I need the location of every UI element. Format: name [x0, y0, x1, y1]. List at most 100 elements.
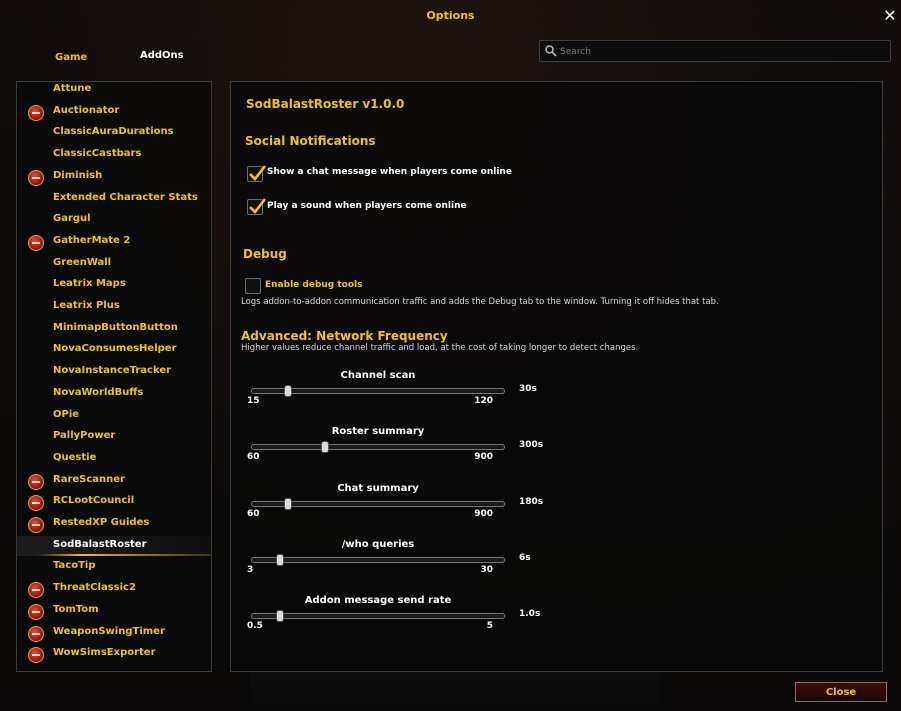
addon-list-item[interactable]: RCLootCouncil	[17, 492, 211, 512]
addon-list-item-label: SodBalastRoster	[53, 538, 147, 550]
section-heading-debug: Debug	[243, 247, 287, 261]
addon-list-item[interactable]: NovaConsumesHelper	[17, 340, 211, 360]
slider-thumb[interactable]	[276, 553, 285, 566]
slider-track[interactable]	[251, 385, 505, 397]
slider-value: 1.0s	[519, 609, 541, 620]
addon-list-item[interactable]: Diminish	[17, 167, 211, 187]
slider-track[interactable]	[251, 441, 505, 454]
slider-thumb[interactable]	[284, 497, 293, 510]
tab-addons[interactable]: AddOns	[140, 50, 184, 61]
collapse-icon[interactable]	[28, 473, 44, 490]
addon-list-item[interactable]: NovaInstanceTracker	[17, 362, 211, 382]
slider-max-label: 900	[474, 452, 493, 463]
slider-value: 180s	[519, 496, 544, 507]
addon-list-item-label: Questie	[53, 451, 97, 463]
collapse-icon[interactable]	[28, 582, 44, 599]
addon-list-item[interactable]: TacoTip	[17, 557, 211, 577]
addon-list-item-label: ThreatClassic2	[53, 582, 136, 594]
slider-title: /who queries	[341, 538, 415, 550]
close-button[interactable]: Close	[795, 682, 887, 702]
search-box[interactable]	[539, 40, 891, 62]
addon-list-item-label: ClassicCastbars	[53, 148, 142, 160]
slider-value: 6s	[519, 552, 531, 563]
addon-list-item-label: NovaInstanceTracker	[53, 365, 172, 377]
slider-title: Chat summary	[337, 482, 419, 494]
addon-list-item[interactable]: GreenWall	[17, 254, 211, 274]
addon-list-item-label: Leatrix Maps	[53, 278, 126, 290]
slider-min-label: 0.5	[247, 621, 263, 632]
slider-title: Roster summary	[331, 426, 425, 438]
slider-thumb[interactable]	[320, 441, 329, 454]
collapse-icon[interactable]	[28, 603, 44, 620]
checkbox-chat-message[interactable]	[247, 165, 267, 182]
slider-value: 300s	[519, 440, 544, 451]
addon-list-item-label: Gargul	[53, 213, 91, 225]
addon-list-item-label: TacoTip	[53, 560, 96, 572]
addon-list-item[interactable]: RestedXP Guides	[17, 514, 211, 534]
addon-list-item[interactable]: Attune	[17, 80, 211, 100]
addon-list-item[interactable]: ThreatClassic2	[17, 579, 211, 599]
slider-value: 30s	[519, 384, 537, 394]
addon-list-item-label: WowSimsExporter	[53, 647, 156, 659]
addon-list-item[interactable]: ClassicCastbars	[17, 145, 211, 165]
addon-list-item[interactable]: WowSimsExporter	[17, 644, 211, 664]
addon-settings-panel: SodBalastRoster v1.0.0 Social Notificati…	[230, 81, 883, 672]
addon-list-item[interactable]: RareScanner	[17, 471, 211, 491]
collapse-icon[interactable]	[28, 517, 44, 533]
addon-list-item[interactable]: MinimapButtonButton	[17, 319, 211, 339]
close-icon[interactable]: ✕	[882, 8, 898, 24]
addon-list-item-label: Auctionator	[53, 104, 120, 116]
addon-list-item[interactable]: OPie	[17, 406, 211, 426]
addon-list-item[interactable]: Gargul	[17, 210, 211, 230]
addon-list-item[interactable]: GatherMate 2	[17, 232, 211, 252]
addon-list-item[interactable]: Auctionator	[17, 102, 211, 122]
checkbox-label-enable-debug: Enable debug tools	[265, 280, 363, 290]
slider-min-label: 3	[247, 564, 254, 575]
addon-list-item[interactable]: SodBalastRoster	[17, 535, 211, 556]
tab-game[interactable]: Game	[55, 52, 87, 63]
collapse-icon[interactable]	[28, 647, 44, 664]
collapse-icon[interactable]	[28, 495, 44, 512]
addon-list-item[interactable]: Extended Character Stats	[17, 189, 211, 209]
addon-list: Attune Auctionator ClassicAuraDurations Cla…	[16, 81, 212, 672]
addon-list-item[interactable]: Questie	[17, 449, 211, 469]
slider-track[interactable]	[251, 610, 505, 623]
collapse-icon[interactable]	[28, 104, 44, 121]
addon-list-item-label: OPie	[53, 408, 80, 420]
addon-list-item[interactable]: TomTom	[17, 601, 211, 621]
collapse-icon[interactable]	[28, 625, 44, 642]
addon-list-item-label: GatherMate 2	[53, 234, 131, 246]
addon-list-item-label: Leatrix Plus	[53, 300, 120, 311]
slider-thumb[interactable]	[284, 385, 293, 397]
slider-title: Channel scan	[340, 370, 416, 381]
addon-list-item[interactable]: ClassicAuraDurations	[17, 123, 211, 143]
collapse-icon[interactable]	[28, 234, 44, 251]
addon-list-item-label: GreenWall	[53, 256, 112, 268]
addon-list-item[interactable]: NovaWorldBuffs	[17, 384, 211, 404]
checkbox-play-sound[interactable]	[247, 198, 267, 215]
collapse-icon[interactable]	[28, 169, 44, 186]
window-title: Options	[426, 9, 475, 22]
addon-list-item-label: WeaponSwingTimer	[53, 625, 165, 637]
addon-list-item[interactable]: Leatrix Maps	[17, 275, 211, 295]
slider-min-label: 60	[247, 508, 260, 519]
checkmark-icon	[249, 198, 267, 214]
addon-list-item-label: Attune	[53, 83, 92, 94]
addon-list-item[interactable]: Leatrix Plus	[17, 297, 211, 317]
addon-list-item[interactable]: WeaponSwingTimer	[17, 623, 211, 643]
addon-list-item-label: RareScanner	[53, 473, 125, 485]
slider-thumb[interactable]	[276, 610, 285, 623]
checkbox-enable-debug[interactable]	[245, 278, 261, 294]
advanced-description: Higher values reduce channel traffic and…	[241, 343, 639, 353]
addon-list-item-label: RestedXP Guides	[53, 517, 150, 528]
addon-list-item-label: MinimapButtonButton	[53, 321, 178, 333]
search-input[interactable]	[558, 43, 882, 60]
checkbox-label-chat-message: Show a chat message when players come on…	[267, 167, 512, 177]
debug-description: Logs addon-to-addon communication traffi…	[241, 297, 719, 307]
options-window: Options ✕ Game AddOns Attune Auctionator C…	[0, 0, 901, 711]
addon-list-item[interactable]: PallyPower	[17, 427, 211, 447]
slider-min-label: 60	[247, 452, 260, 463]
slider-track[interactable]	[251, 553, 505, 566]
slider-track[interactable]	[251, 497, 505, 510]
addon-list-item-label: PallyPower	[53, 430, 116, 442]
